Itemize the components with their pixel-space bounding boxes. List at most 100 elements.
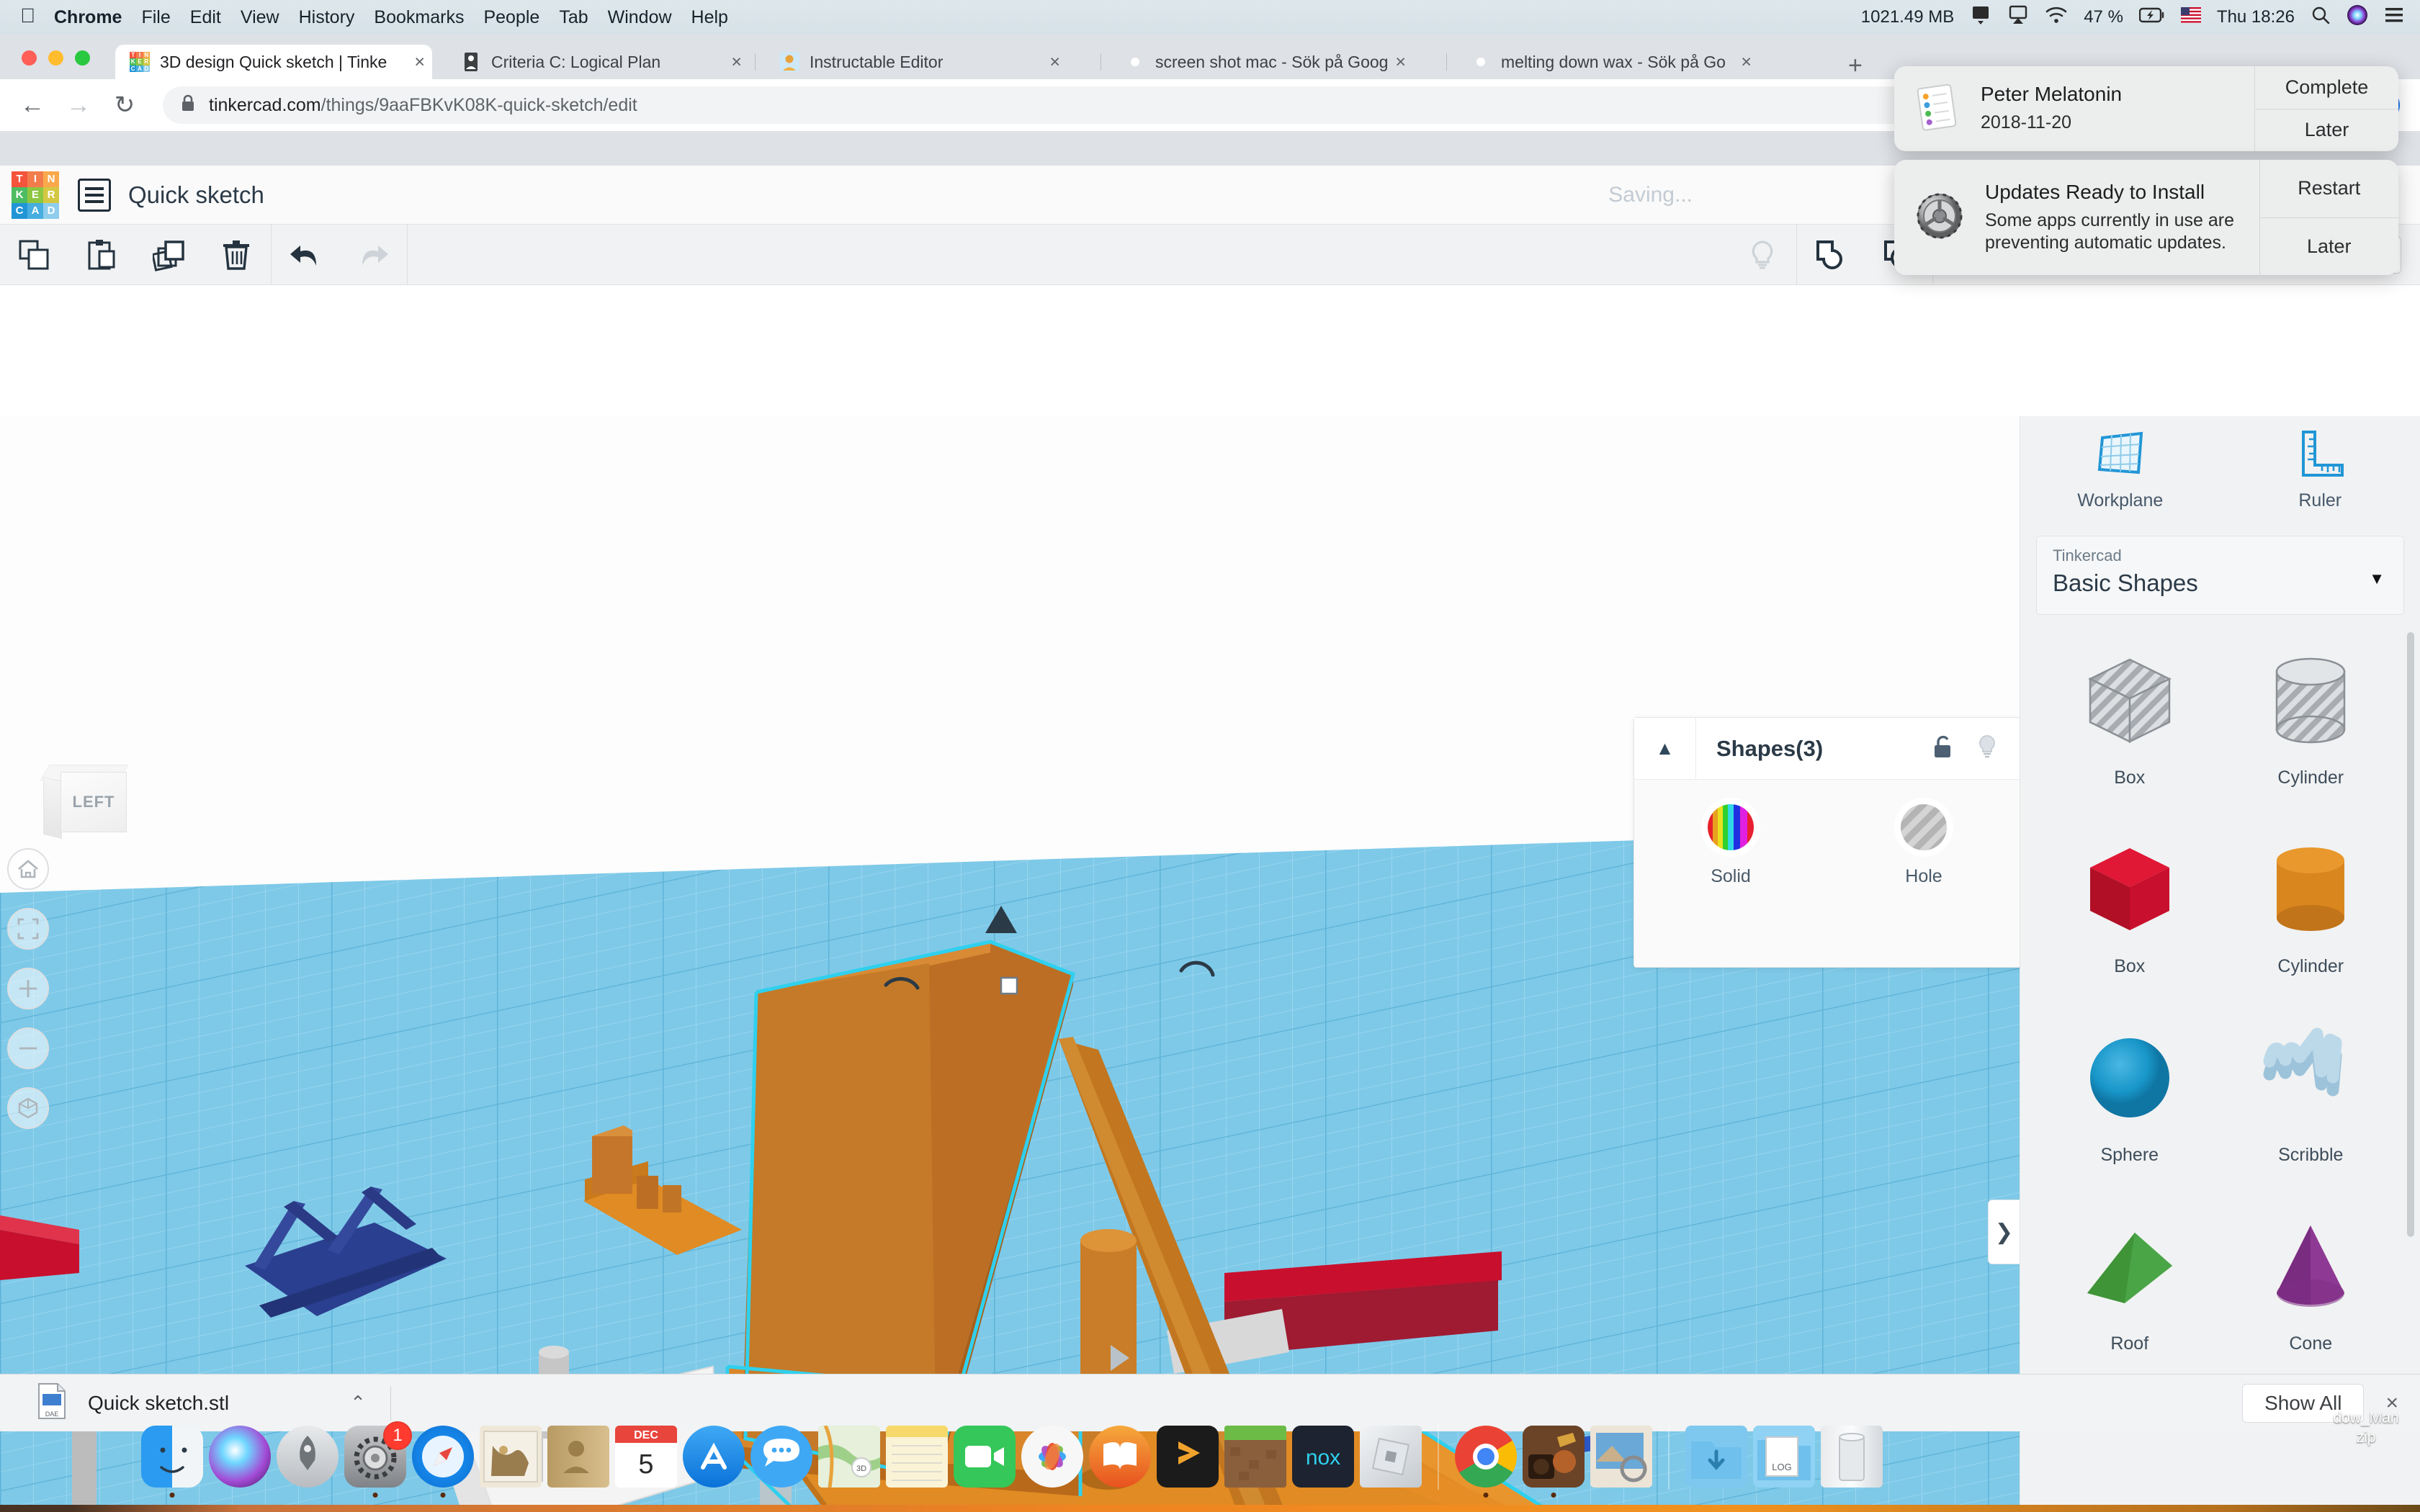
menu-edit[interactable]: Edit [190,7,221,28]
dock-item-system-preferences[interactable]: 1 [344,1421,412,1498]
shape-item-sphere[interactable]: Sphere [2039,1011,2220,1200]
zoom-out-button[interactable] [7,1027,49,1069]
project-list-icon[interactable] [78,178,111,212]
dock-item-minecraft[interactable] [1224,1426,1286,1488]
window-controls[interactable] [22,50,90,66]
shape-item-cone[interactable]: Cone [2220,1200,2402,1388]
dock-item-logs-folder[interactable]: LOG [1753,1426,1815,1488]
menu-file[interactable]: File [141,7,170,28]
close-window-button[interactable] [22,50,37,66]
sidebar-scrollbar[interactable] [2407,632,2414,1237]
spotlight-search-icon[interactable] [2311,5,2331,30]
dock-item-trash[interactable] [1821,1426,1883,1488]
view-cube-side-face[interactable] [43,776,62,840]
wifi-icon[interactable] [2045,6,2068,30]
fit-all-button[interactable] [7,908,49,950]
dock-item-safari[interactable] [412,1426,474,1498]
home-view-button[interactable] [7,848,49,890]
display-icon[interactable] [1970,5,1991,30]
tinkercad-logo[interactable]: TIN KER CAD [12,171,59,219]
ortho-perspective-button[interactable] [7,1087,49,1129]
menu-chrome[interactable]: Chrome [54,7,122,28]
dock-item-preview[interactable] [1590,1426,1652,1488]
shape-item-scribble[interactable]: Scribble [2220,1011,2402,1200]
solid-color-swatch[interactable] [1708,804,1754,850]
dock-item-launchpad[interactable] [277,1426,339,1488]
zoom-in-button[interactable] [7,968,49,1009]
tab-close-button[interactable]: × [1395,52,1406,73]
dock-item-photos[interactable] [1021,1426,1083,1488]
dock-item-notes[interactable] [886,1426,948,1488]
later-button[interactable]: Later [2255,108,2398,152]
battery-charging-icon[interactable] [2138,7,2165,28]
dock-item-sublime-text[interactable] [1157,1426,1219,1488]
dock-item-siri[interactable] [209,1426,271,1488]
shape-item-box[interactable]: Box [2039,822,2220,1011]
expand-panel-button[interactable]: ❯ [1988,1200,2020,1264]
shape-item-box-hole[interactable]: Box [2039,634,2220,822]
maximize-window-button[interactable] [75,50,90,66]
complete-button[interactable]: Complete [2255,66,2398,109]
airplay-icon[interactable] [2007,5,2029,30]
delete-icon[interactable] [203,225,271,285]
safari-icon[interactable] [412,1426,474,1488]
siri-icon[interactable] [2347,4,2368,31]
dock-item-app-store[interactable] [683,1426,745,1488]
menu-tab[interactable]: Tab [559,7,588,28]
tab-instructable-editor[interactable]: Instructable Editor × [765,45,1067,79]
dock-item-ibooks[interactable] [1089,1426,1151,1488]
tab-close-button[interactable]: × [414,52,425,73]
collapse-panel-caret-icon[interactable]: ▲ [1634,717,1696,780]
dock-item-nox-player[interactable]: nox [1292,1426,1354,1488]
desktop-file-label[interactable]: dow_Man zip [2319,1408,2413,1448]
chrome-icon[interactable] [1455,1426,1517,1488]
dock-item-facetime[interactable] [954,1426,1016,1488]
new-tab-button[interactable]: + [1848,52,1863,80]
dock-item-roblox-studio[interactable] [1360,1426,1422,1488]
finder-icon[interactable] [141,1426,203,1488]
apple-menu-icon[interactable]:  [20,6,35,26]
forward-button[interactable]: → [66,91,91,120]
workplane-tool[interactable]: Workplane [2020,416,2220,523]
shape-library-select[interactable]: Tinkercad Basic Shapes ▼ [2036,536,2404,615]
dock-item-finder[interactable] [141,1426,203,1498]
shape-item-cylinder-hole[interactable]: Cylinder [2220,634,2402,822]
dock-item-messages[interactable] [750,1426,812,1488]
menu-view[interactable]: View [241,7,279,28]
dock-item-google-chrome[interactable] [1455,1426,1517,1498]
notification-updates[interactable]: Updates Ready to Install Some apps curre… [1894,160,2398,275]
shape-item-cylinder[interactable]: Cylinder [2220,822,2402,1011]
copy-icon[interactable] [0,225,68,285]
shape-item-roof[interactable]: Roof [2039,1200,2220,1388]
back-button[interactable]: ← [20,91,45,120]
hole-swatch[interactable] [1901,804,1947,850]
garageband-icon[interactable] [1523,1426,1585,1488]
dock-item-calendar[interactable]: DEC 5 [615,1426,677,1488]
tab-close-button[interactable]: × [1049,52,1060,73]
notification-center-icon[interactable] [2384,6,2404,29]
tab-close-button[interactable]: × [1741,52,1752,73]
3d-workspace-canvas[interactable]: LEFT ▲ Shapes(3) Solid Hole ❯ [0,416,2020,1505]
tab-melting-down-wax-search[interactable]: melting down wax - Sök på Go × [1456,45,1759,79]
unlock-icon[interactable] [1931,734,1955,763]
undo-icon[interactable] [272,225,339,285]
view-cube-front-face[interactable]: LEFT [60,772,127,832]
dock-item-downloads-folder[interactable] [1685,1426,1747,1488]
tab-criteria-c[interactable]: Criteria C: Logical Plan × [447,45,749,79]
menu-history[interactable]: History [299,7,355,28]
menu-window[interactable]: Window [608,7,672,28]
menu-bookmarks[interactable]: Bookmarks [374,7,464,28]
hole-option[interactable]: Hole [1827,804,2020,887]
menu-bar-clock[interactable]: Thu 18:26 [2217,7,2295,27]
us-flag-icon[interactable] [2180,6,2201,28]
chevron-down-icon[interactable]: ▼ [2369,570,2385,588]
later-button[interactable]: Later [2259,217,2398,276]
dock-item-maps[interactable]: 3D [818,1426,880,1488]
dock-item-mail[interactable] [480,1426,542,1488]
menu-help[interactable]: Help [691,7,728,28]
ruler-tool[interactable]: Ruler [2220,416,2420,523]
notification-reminder[interactable]: Peter Melatonin 2018-11-20 Complete Late… [1894,66,2398,151]
redo-icon[interactable] [339,225,407,285]
tab-close-button[interactable]: × [731,52,742,73]
duplicate-icon[interactable] [135,225,203,285]
